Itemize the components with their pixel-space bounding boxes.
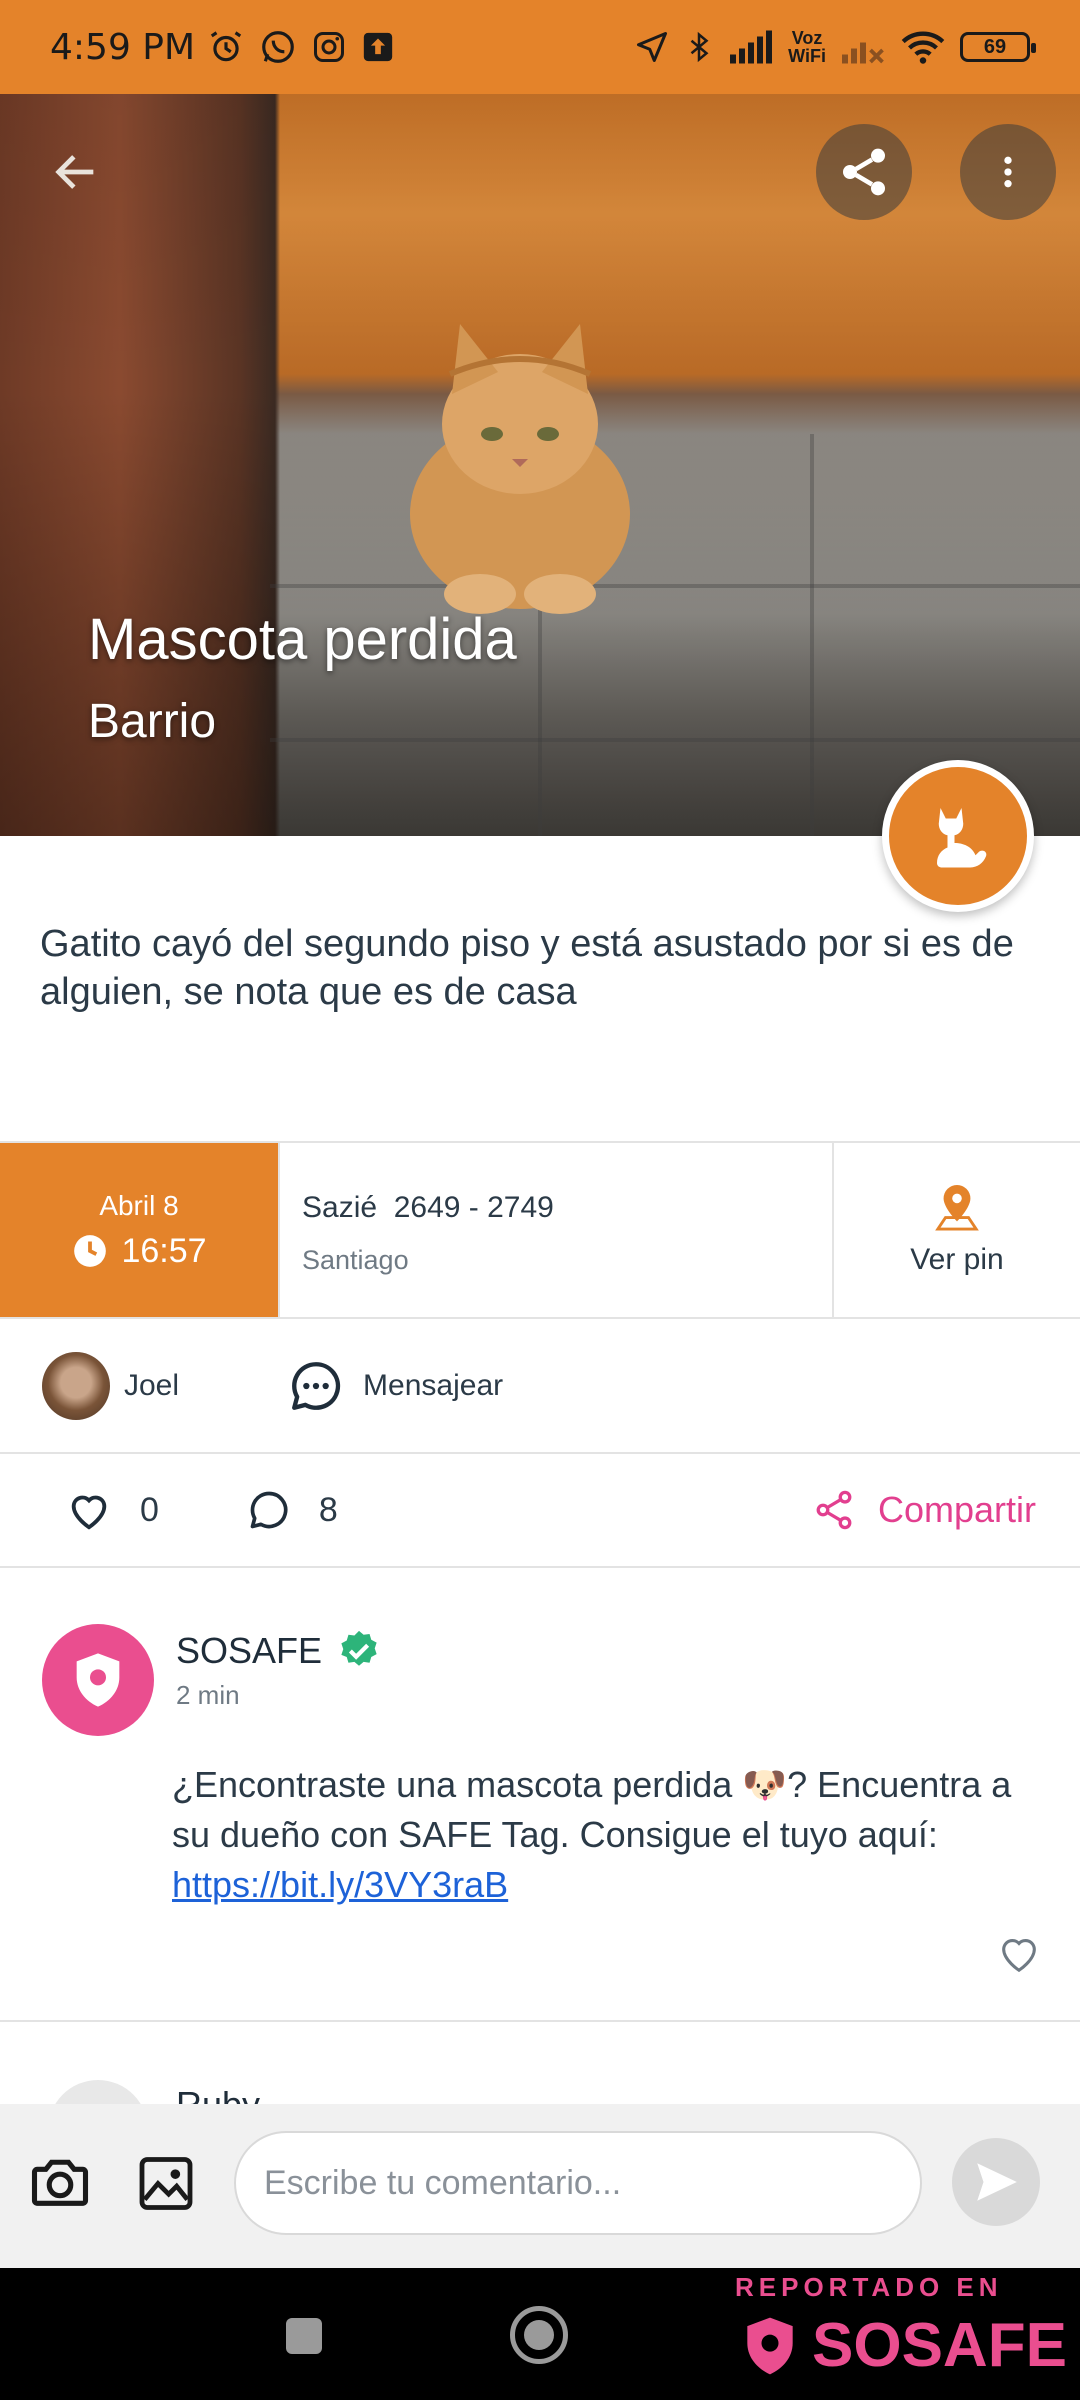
post-subtitle: Barrio <box>88 695 217 748</box>
back-button[interactable] <box>28 124 124 220</box>
post-address-cell: Sazié 2649 - 2749 Santiago <box>278 1143 832 1317</box>
signal-no-service-icon <box>842 42 884 64</box>
view-pin-label: Ver pin <box>910 1243 1004 1276</box>
arrow-back-icon <box>55 155 94 189</box>
address-street: Sazié 2649 - 2749 <box>302 1191 554 1224</box>
comment-item: SOSAFE 2 min ¿Encontraste una mascota pe… <box>0 1568 1080 2022</box>
voz-wifi-indicator: Voz WiFi <box>788 29 826 65</box>
post-actions-row: 0 8 Compartir <box>0 1454 1080 1568</box>
post-author-row: Joel Mensajear <box>0 1319 1080 1454</box>
recents-button[interactable] <box>286 2318 322 2354</box>
like-button[interactable]: 0 <box>66 1487 159 1533</box>
comment-input[interactable] <box>234 2131 922 2235</box>
comment-author[interactable]: SOSAFE <box>176 1630 322 1672</box>
post-info-row: Abril 8 16:57 Sazié 2649 - 2749 Santiago… <box>0 1141 1080 1319</box>
like-count: 0 <box>140 1490 159 1529</box>
watermark-brand-text: SOSAFE <box>812 2311 1067 2380</box>
wifi-label: WiFi <box>788 46 826 66</box>
whatsapp-icon <box>262 31 294 63</box>
comment-author-next[interactable]: Ruby <box>176 2084 260 2104</box>
verified-badge-icon <box>341 1630 377 1666</box>
comment-count: 8 <box>318 1490 338 1529</box>
home-dot <box>524 2320 554 2350</box>
home-button[interactable] <box>510 2306 568 2364</box>
chat-bubble-icon <box>292 1361 341 1410</box>
heart-outline-icon <box>1002 1939 1036 1973</box>
message-button[interactable]: Mensajear <box>287 1357 503 1415</box>
image-icon <box>139 2157 193 2210</box>
comment-avatar[interactable] <box>42 1624 154 1736</box>
comment-body: ¿Encontraste una mascota perdida 🐶? Encu… <box>172 1760 1042 1910</box>
share-button[interactable]: Compartir <box>812 1488 1036 1532</box>
post-hero-image: Mascota perdida Barrio <box>0 94 1080 836</box>
comment-item-next: Ruby <box>0 2024 1080 2104</box>
post-date-cell: Abril 8 16:57 <box>0 1143 278 1317</box>
bluetooth-icon <box>690 31 709 63</box>
clock-icon <box>74 1235 107 1267</box>
heart-icon <box>71 1495 107 1530</box>
author-name[interactable]: Joel <box>124 1369 179 1403</box>
camera-button[interactable] <box>26 2150 94 2223</box>
status-bar: 4:59 PM Voz WiFi 69 <box>0 0 1080 94</box>
message-label: Mensajear <box>363 1368 504 1402</box>
post-time-group: 16:57 <box>71 1231 207 1271</box>
battery-level: 69 <box>983 35 1007 58</box>
sosafe-logo-icon <box>747 2317 793 2374</box>
battery-icon: 69 <box>960 32 1036 62</box>
comment-text: ¿Encontraste una mascota perdida 🐶? Encu… <box>172 1764 1012 1855</box>
comment-like-button[interactable] <box>996 1930 1042 1981</box>
watermark-brand: SOSAFE <box>736 2310 1067 2381</box>
share-header-button[interactable] <box>816 124 912 220</box>
comment-composer <box>0 2104 1080 2268</box>
post-description: Gatito cayó del segundo piso y está asus… <box>40 923 1014 1013</box>
status-system-icons: Voz WiFi 69 <box>634 28 1036 66</box>
post-date: Abril 8 <box>99 1189 179 1221</box>
more-options-button[interactable] <box>960 124 1056 220</box>
cat-icon <box>937 808 987 868</box>
gallery-button[interactable] <box>134 2152 198 2221</box>
status-notification-icons <box>207 28 395 66</box>
comment-author-group: SOSAFE <box>176 1628 382 1674</box>
alarm-icon <box>210 31 242 62</box>
pet-category-badge <box>882 760 1034 912</box>
signal-icon <box>730 30 773 64</box>
upload-notification-icon <box>363 32 393 62</box>
comment-time: 2 min <box>176 1680 240 1710</box>
cat-photo <box>410 324 630 614</box>
sosafe-shield-icon <box>76 1653 120 1707</box>
location-arrow-icon <box>637 32 668 62</box>
comment-icon <box>250 1491 288 1529</box>
send-icon <box>977 2163 1017 2201</box>
voz-label: Voz <box>791 28 823 48</box>
share-label: Compartir <box>877 1489 1036 1530</box>
post-time: 16:57 <box>121 1231 207 1270</box>
wifi-icon <box>901 31 945 64</box>
send-button[interactable] <box>952 2138 1040 2226</box>
instagram-icon <box>314 32 345 62</box>
post-title: Mascota perdida <box>88 607 517 672</box>
share-icon <box>843 148 885 196</box>
share-icon <box>816 1490 852 1530</box>
status-time: 4:59 PM <box>50 26 196 68</box>
more-vertical-icon <box>1004 156 1012 188</box>
author-avatar[interactable] <box>42 1351 110 1420</box>
watermark-label: REPORTADO EN <box>735 2272 1003 2302</box>
view-pin-button[interactable]: Ver pin <box>832 1143 1080 1317</box>
address-city: Santiago <box>302 1245 409 1275</box>
map-pin-icon <box>935 1185 979 1231</box>
comment-link[interactable]: https://bit.ly/3VY3raB <box>172 1864 508 1905</box>
comments-button[interactable]: 8 <box>247 1488 338 1532</box>
camera-icon <box>31 2159 89 2206</box>
comment-avatar-next[interactable] <box>48 2080 148 2104</box>
